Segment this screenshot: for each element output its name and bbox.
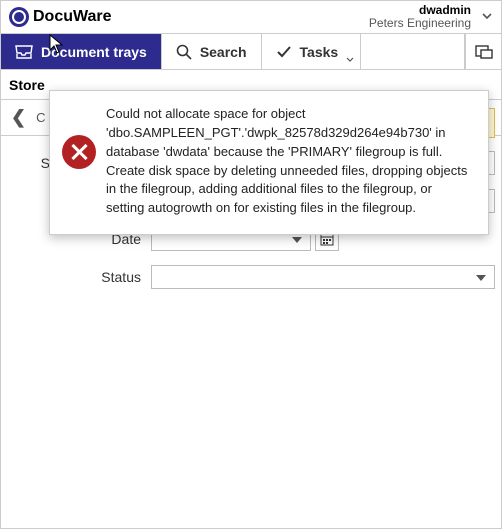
nav-viewer-button[interactable] (465, 34, 501, 69)
nav-search[interactable]: Search (162, 34, 262, 69)
tray-icon (15, 45, 33, 59)
error-message: Could not allocate space for object 'dbo… (106, 105, 472, 218)
user-block[interactable]: dwadmin Peters Engineering (369, 4, 475, 30)
title-bar: DocuWare dwadmin Peters Engineering (1, 0, 501, 34)
label-status: Status (1, 269, 151, 285)
brand-name: DocuWare (33, 8, 112, 26)
brand: DocuWare (9, 7, 112, 27)
back-row-label: C (36, 110, 45, 125)
nav-document-trays[interactable]: Document trays (1, 34, 162, 69)
store-label: Store (9, 77, 45, 93)
search-icon (176, 44, 192, 60)
nav-trays-label: Document trays (41, 44, 147, 60)
status-select[interactable] (151, 265, 495, 289)
nav-search-label: Search (200, 44, 247, 60)
app-window: DocuWare dwadmin Peters Engineering Docu… (0, 0, 502, 529)
viewer-icon (475, 45, 493, 59)
check-icon (276, 45, 292, 59)
row-status: Status (1, 264, 495, 290)
nav-bar: Document trays Search Tasks (1, 34, 501, 70)
user-org: Peters Engineering (369, 17, 471, 30)
chevron-down-icon[interactable] (346, 55, 354, 65)
brand-logo-icon (9, 7, 29, 27)
error-popover: Could not allocate space for object 'dbo… (49, 90, 489, 235)
chevron-down-icon[interactable] (481, 9, 493, 25)
nav-spacer (361, 34, 465, 69)
error-icon (62, 135, 96, 169)
nav-tasks-label: Tasks (300, 44, 339, 60)
back-chevron-icon[interactable]: ❮ (11, 107, 26, 128)
nav-tasks[interactable]: Tasks (262, 34, 362, 69)
